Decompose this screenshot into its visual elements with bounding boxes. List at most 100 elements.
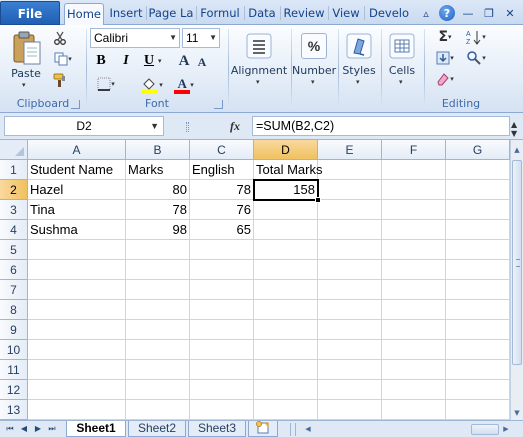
row-header-3[interactable]: 3 (0, 200, 28, 220)
cell-e6[interactable] (318, 260, 382, 280)
cell-f9[interactable] (382, 320, 446, 340)
cell-f5[interactable] (382, 240, 446, 260)
cell-a1[interactable]: Student Name (28, 160, 126, 180)
cell-b4[interactable]: 98 (126, 220, 190, 240)
cell-f10[interactable] (382, 340, 446, 360)
cell-e12[interactable] (318, 380, 382, 400)
cell-b3[interactable]: 78 (126, 200, 190, 220)
format-painter-icon[interactable] (50, 71, 70, 89)
prev-sheet-icon[interactable]: ◀ (18, 423, 30, 435)
row-header-11[interactable]: 11 (0, 360, 28, 380)
cell-c10[interactable] (190, 340, 254, 360)
worksheet-grid[interactable]: A B C D E F G 1 2 3 4 5 6 7 8 9 10 11 12… (0, 140, 510, 420)
cell-a3[interactable]: Tina (28, 200, 126, 220)
cell-b10[interactable] (126, 340, 190, 360)
cell-f6[interactable] (382, 260, 446, 280)
cell-e11[interactable] (318, 360, 382, 380)
cell-f13[interactable] (382, 400, 446, 420)
cell-g12[interactable] (446, 380, 510, 400)
cell-f11[interactable] (382, 360, 446, 380)
clipboard-launcher-icon[interactable] (71, 100, 80, 109)
cell-f2[interactable] (382, 180, 446, 200)
restore-icon[interactable]: ❐ (480, 4, 498, 22)
paste-icon[interactable] (10, 29, 44, 67)
styles-group[interactable]: Styles ▾ (339, 25, 379, 113)
cell-d7[interactable] (254, 280, 318, 300)
cell-c1[interactable]: English (190, 160, 254, 180)
formula-input[interactable]: =SUM(B2,C2) (252, 116, 510, 136)
cell-g6[interactable] (446, 260, 510, 280)
cell-e8[interactable] (318, 300, 382, 320)
cell-a13[interactable] (28, 400, 126, 420)
select-all-button[interactable] (0, 140, 28, 160)
grow-font-button[interactable]: A (175, 52, 193, 70)
help-icon[interactable]: ? (438, 4, 456, 22)
cell-g11[interactable] (446, 360, 510, 380)
cell-f1[interactable] (382, 160, 446, 180)
column-header-f[interactable]: F (382, 140, 446, 160)
fill-color-icon[interactable]: ▾ (137, 75, 167, 95)
cell-c3[interactable]: 76 (190, 200, 254, 220)
find-select-icon[interactable]: ▾ (461, 49, 491, 67)
cell-e4[interactable] (318, 220, 382, 240)
cell-e9[interactable] (318, 320, 382, 340)
cell-e10[interactable] (318, 340, 382, 360)
cell-d5[interactable] (254, 240, 318, 260)
font-size-select[interactable]: 11 ▼ (182, 28, 220, 48)
cell-d1[interactable]: Total Marks (254, 160, 322, 180)
underline-button[interactable]: U (140, 52, 158, 70)
tab-view[interactable]: View (330, 3, 362, 25)
paste-button[interactable]: Paste (6, 67, 46, 80)
column-header-e[interactable]: E (318, 140, 382, 160)
horizontal-scroll-thumb[interactable] (471, 424, 499, 435)
cell-a11[interactable] (28, 360, 126, 380)
insert-sheet-icon[interactable] (248, 421, 278, 437)
scroll-up-icon[interactable]: ▲ (511, 143, 523, 157)
cell-g9[interactable] (446, 320, 510, 340)
cell-d12[interactable] (254, 380, 318, 400)
tab-insert[interactable]: Insert (106, 3, 146, 25)
cell-c8[interactable] (190, 300, 254, 320)
borders-icon[interactable]: ▾ (92, 75, 120, 93)
font-launcher-icon[interactable] (214, 100, 223, 109)
sheet-tab-sheet2[interactable]: Sheet2 (128, 421, 186, 437)
cell-d6[interactable] (254, 260, 318, 280)
italic-button[interactable]: I (117, 52, 135, 70)
cut-icon[interactable] (50, 29, 70, 47)
cell-c6[interactable] (190, 260, 254, 280)
cell-b7[interactable] (126, 280, 190, 300)
cell-b9[interactable] (126, 320, 190, 340)
cell-f7[interactable] (382, 280, 446, 300)
cell-b13[interactable] (126, 400, 190, 420)
cell-b2[interactable]: 80 (126, 180, 190, 200)
row-header-7[interactable]: 7 (0, 280, 28, 300)
cell-f3[interactable] (382, 200, 446, 220)
cell-c12[interactable] (190, 380, 254, 400)
column-header-c[interactable]: C (190, 140, 254, 160)
cell-e13[interactable] (318, 400, 382, 420)
column-header-g[interactable]: G (446, 140, 510, 160)
cell-d9[interactable] (254, 320, 318, 340)
minimize-icon[interactable]: — (459, 4, 477, 22)
cell-f12[interactable] (382, 380, 446, 400)
autosum-icon[interactable]: Σ ▾ (430, 28, 460, 46)
cell-a9[interactable] (28, 320, 126, 340)
row-header-6[interactable]: 6 (0, 260, 28, 280)
cell-g10[interactable] (446, 340, 510, 360)
expand-formula-bar-icon[interactable]: ▲ ▼ (511, 120, 521, 138)
next-sheet-icon[interactable]: ▶ (32, 423, 44, 435)
insert-function-icon[interactable]: fx (225, 117, 245, 135)
row-header-9[interactable]: 9 (0, 320, 28, 340)
cell-g13[interactable] (446, 400, 510, 420)
tab-data[interactable]: Data (246, 3, 278, 25)
cell-c7[interactable] (190, 280, 254, 300)
cell-a6[interactable] (28, 260, 126, 280)
number-group[interactable]: % Number ▾ (292, 25, 336, 113)
shrink-font-button[interactable]: A (193, 53, 211, 71)
vertical-scroll-thumb[interactable] (512, 160, 522, 365)
tab-formulas[interactable]: Formul (198, 3, 242, 25)
copy-icon[interactable]: ▾ (50, 50, 76, 68)
cell-a12[interactable] (28, 380, 126, 400)
cell-b1[interactable]: Marks (126, 160, 190, 180)
first-sheet-icon[interactable]: ⏮ (4, 423, 16, 435)
